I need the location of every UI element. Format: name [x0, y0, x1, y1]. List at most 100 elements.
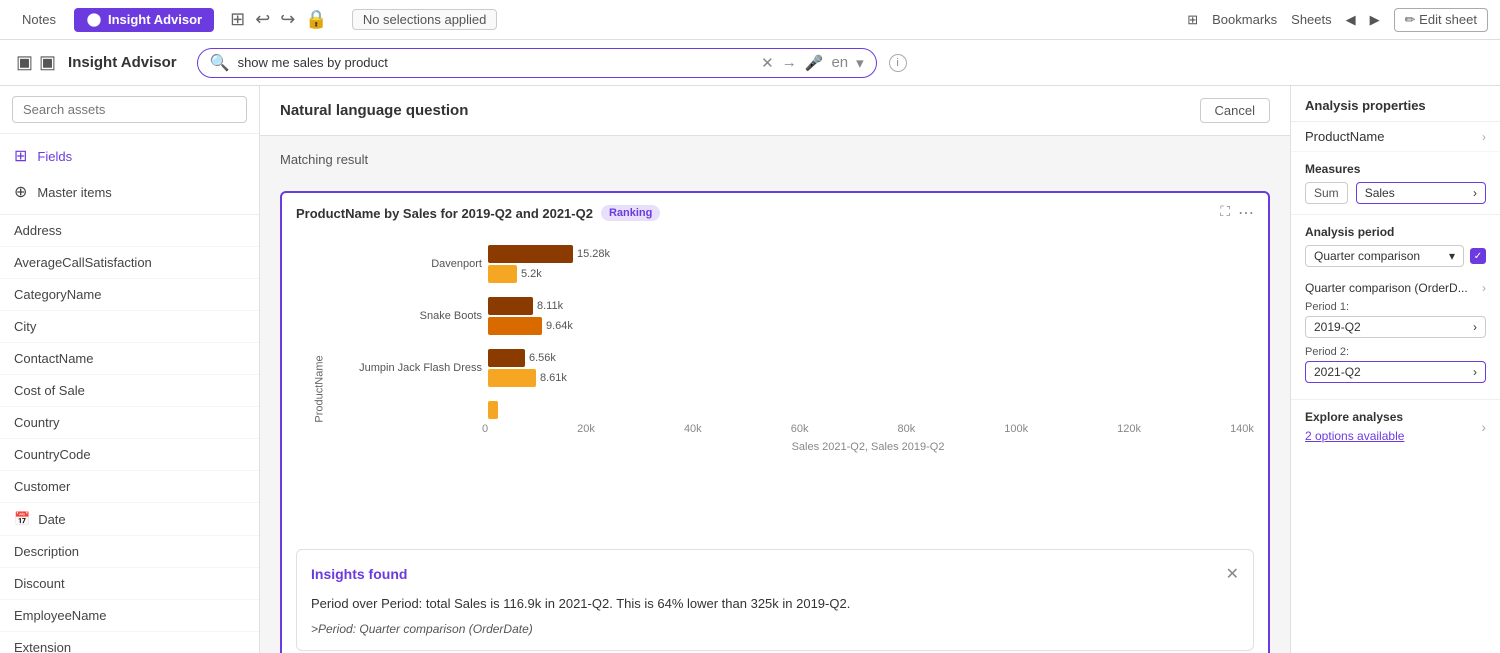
bar-davenport-2019 [488, 245, 573, 263]
clear-search-icon[interactable]: ✕ [761, 54, 774, 72]
field-costofsale[interactable]: Cost of Sale [0, 375, 259, 407]
toolbar-icons: ⊞ ↩ ↪ 🔒 [230, 9, 328, 30]
content-scroll: Matching result ProductName by Sales for… [260, 136, 1290, 653]
measures-row: Sum Sales › [1305, 182, 1486, 204]
master-items-icon: ⊕ [14, 182, 27, 202]
explore-link[interactable]: 2 options available [1305, 429, 1404, 443]
field-address[interactable]: Address [0, 215, 259, 247]
top-bar: Notes Insight Advisor ⊞ ↩ ↪ 🔒 No selecti… [0, 0, 1500, 40]
product-label-davenport: Davenport [342, 258, 482, 270]
explore-section: Explore analyses 2 options available › [1291, 400, 1500, 453]
sheets-btn[interactable]: Sheets [1291, 12, 1331, 27]
sidebar-nav: ⊞ Fields ⊕ Master items [0, 134, 259, 214]
field-countrycode[interactable]: CountryCode [0, 439, 259, 471]
quarter-comparison-checkbox[interactable] [1470, 248, 1486, 264]
period1-chevron: › [1473, 320, 1477, 334]
insights-header: Insights found ✕ [311, 564, 1239, 584]
explore-row: Explore analyses 2 options available › [1305, 410, 1486, 443]
submit-search-icon[interactable]: → [782, 54, 797, 71]
period-select: Quarter comparison ▾ [1305, 245, 1486, 267]
sales-chevron: › [1473, 186, 1477, 200]
period2-label: Period 2: [1305, 346, 1486, 358]
content-area: Natural language question Cancel Matchin… [260, 86, 1290, 653]
undo-icon[interactable]: ↩ [255, 9, 270, 30]
main-layout: ⊞ Fields ⊕ Master items Address AverageC… [0, 86, 1500, 653]
panel-toggle: ▣ ▣ [16, 52, 56, 73]
more-options-icon[interactable]: ⋯ [1238, 203, 1254, 223]
language-select[interactable]: en [831, 54, 848, 71]
sidebar-item-master-items[interactable]: ⊕ Master items [0, 174, 259, 210]
bar-group-jumpinjack: 6.56k 8.61k [488, 349, 1254, 387]
field-employeename[interactable]: EmployeeName [0, 600, 259, 632]
measures-label: Measures [1305, 162, 1486, 176]
chart-card-header: ProductName by Sales for 2019-Q2 and 202… [282, 193, 1268, 229]
search-bar: 🔍 ✕ → 🎤 en ▾ [197, 48, 877, 78]
period2-value[interactable]: 2021-Q2 › [1305, 361, 1486, 383]
bar-value-jumpinjack-2021: 8.61k [540, 372, 567, 384]
bookmarks-btn[interactable]: Bookmarks [1212, 12, 1277, 27]
pencil-icon: ✏ [1405, 12, 1416, 27]
field-categoryname[interactable]: CategoryName [0, 279, 259, 311]
sidebar-search-input[interactable] [12, 96, 247, 123]
y-axis-label: ProductName [314, 355, 326, 422]
insights-text: Period over Period: total Sales is 116.9… [311, 594, 1239, 614]
redo-icon[interactable]: ↪ [280, 9, 295, 30]
field-extension[interactable]: Extension [0, 632, 259, 653]
product-label-snakeboots: Snake Boots [342, 310, 482, 322]
explore-chevron[interactable]: › [1481, 419, 1486, 435]
no-selections-badge: No selections applied [352, 9, 498, 30]
period1-value[interactable]: 2019-Q2 › [1305, 316, 1486, 338]
edit-sheet-button[interactable]: ✏ Edit sheet [1394, 8, 1488, 32]
insight-advisor-tab[interactable]: Insight Advisor [74, 8, 214, 32]
cancel-button[interactable]: Cancel [1200, 98, 1270, 123]
matching-result-label: Matching result [280, 152, 1270, 167]
search-input[interactable] [238, 55, 754, 70]
grid-icon[interactable]: ⊞ [1187, 12, 1198, 28]
toggle-left-panel-icon[interactable]: ▣ [16, 52, 33, 73]
quarter-comparison-order-item[interactable]: Quarter comparison (OrderD... › [1305, 275, 1486, 301]
product-name-item[interactable]: ProductName › [1291, 122, 1500, 152]
lock-icon[interactable]: 🔒 [305, 9, 327, 30]
sidebar-item-fields[interactable]: ⊞ Fields [0, 138, 259, 174]
view-icon[interactable]: ⊞ [230, 9, 245, 30]
period2-chevron: › [1473, 365, 1477, 379]
nl-question-header: Natural language question Cancel [260, 86, 1290, 136]
bar-value-davenport-2019: 15.28k [577, 248, 610, 260]
bar-row-jumpinjack: Jumpin Jack Flash Dress 6.56k 8.61k [342, 349, 1254, 387]
field-customer[interactable]: Customer [0, 471, 259, 503]
toggle-right-panel-icon[interactable]: ▣ [39, 52, 56, 73]
bar-item-snakeboots-2: 9.64k [488, 317, 1254, 335]
nav-next-icon[interactable]: ▶ [1370, 12, 1380, 28]
bar-value-snakeboots-2021: 9.64k [546, 320, 573, 332]
microphone-icon[interactable]: 🎤 [805, 54, 824, 72]
bar-last [488, 401, 498, 419]
bar-rows: Davenport 15.28k 5.2k [342, 235, 1254, 419]
expand-icon[interactable]: ⛶ [1220, 203, 1230, 223]
field-description[interactable]: Description [0, 536, 259, 568]
bar-item-last [488, 401, 1254, 419]
bar-jumpinjack-2019 [488, 349, 525, 367]
sidebar-search-container [0, 86, 259, 134]
x-axis-label: Sales 2021-Q2, Sales 2019-Q2 [342, 441, 1254, 453]
lang-chevron-icon[interactable]: ▾ [856, 54, 864, 72]
field-city[interactable]: City [0, 311, 259, 343]
analysis-period-label: Analysis period [1305, 225, 1486, 239]
field-averagecallsatisfaction[interactable]: AverageCallSatisfaction [0, 247, 259, 279]
field-contactname[interactable]: ContactName [0, 343, 259, 375]
field-country[interactable]: Country [0, 407, 259, 439]
notes-tab[interactable]: Notes [12, 12, 66, 27]
sum-selector[interactable]: Sum [1305, 182, 1348, 204]
search-bar-icons: ✕ → 🎤 en ▾ [761, 54, 863, 72]
field-discount[interactable]: Discount [0, 568, 259, 600]
bar-value-jumpinjack-2019: 6.56k [529, 352, 556, 364]
bar-value-davenport-2021: 5.2k [521, 268, 542, 280]
quarter-comparison-dropdown[interactable]: Quarter comparison ▾ [1305, 245, 1464, 267]
nav-prev-icon[interactable]: ◀ [1346, 12, 1356, 28]
bar-row-last [342, 401, 1254, 419]
insights-close-icon[interactable]: ✕ [1226, 564, 1239, 584]
chart-actions: ⛶ ⋯ [1220, 203, 1254, 223]
sales-selector[interactable]: Sales › [1356, 182, 1486, 204]
field-date[interactable]: 📅 Date [0, 503, 259, 536]
info-icon[interactable]: i [889, 54, 907, 72]
top-bar-right: ⊞ Bookmarks Sheets ◀ ▶ ✏ Edit sheet [1187, 8, 1488, 32]
